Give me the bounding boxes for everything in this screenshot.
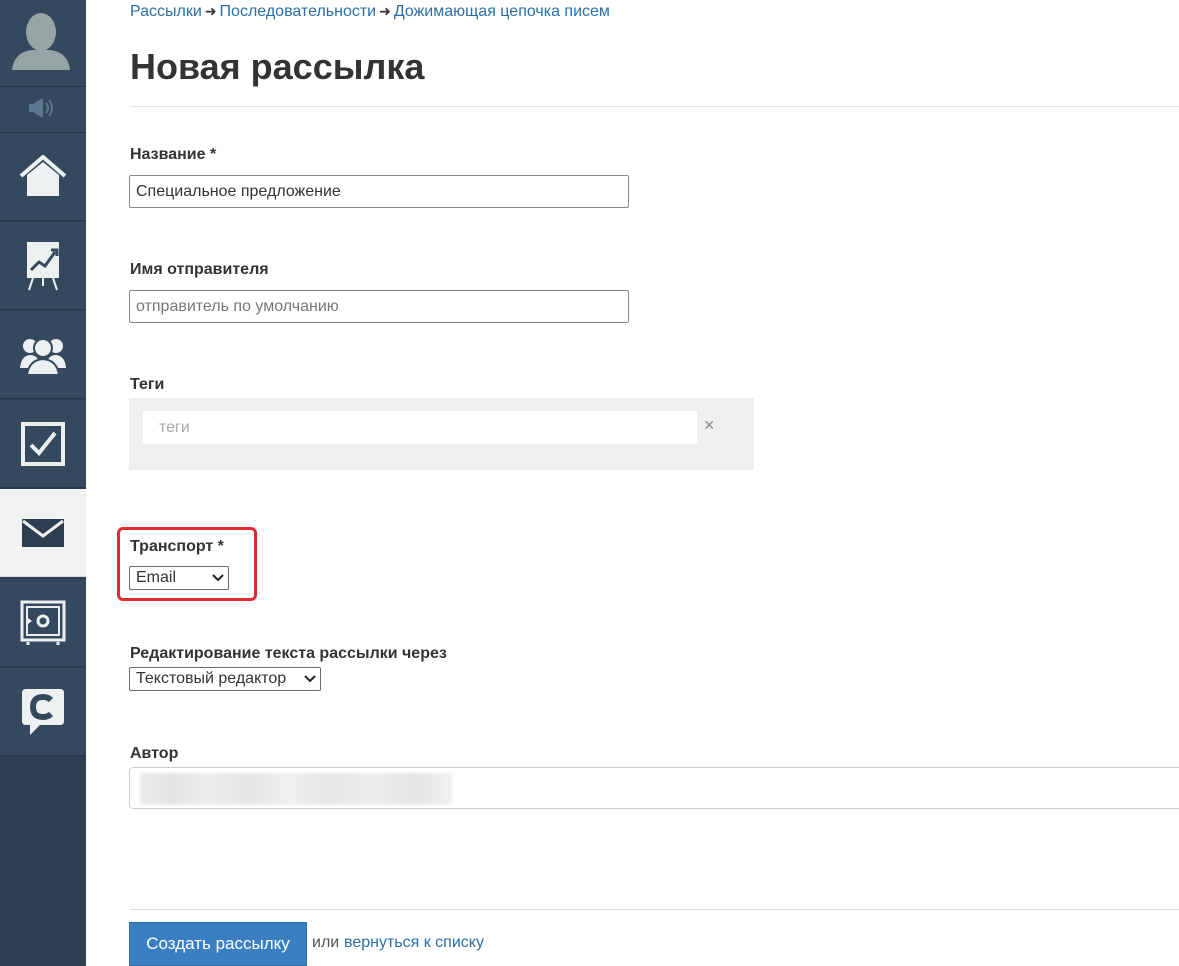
breadcrumb-sequences[interactable]: Последовательности <box>220 3 377 20</box>
sender-input[interactable] <box>129 290 629 323</box>
tags-label: Теги <box>130 376 165 393</box>
chat-c-icon <box>22 688 64 735</box>
chevron-down-icon <box>300 675 320 683</box>
editor-select[interactable]: Текстовый редактор <box>129 667 321 691</box>
clear-tags-icon[interactable]: × <box>704 415 715 436</box>
tags-container: × <box>129 398 754 470</box>
sidebar-item-safe[interactable] <box>0 579 86 667</box>
sender-label: Имя отправителя <box>130 261 269 278</box>
users-icon <box>20 337 66 376</box>
blurred-author-value <box>140 773 452 805</box>
back-to-list-link[interactable]: вернуться к списку <box>344 934 484 952</box>
page-title: Новая рассылка <box>130 46 425 87</box>
breadcrumb-separator: ➜ <box>204 3 217 19</box>
sidebar-item-mailings[interactable] <box>0 489 86 577</box>
actions-divider <box>130 909 1179 910</box>
editor-selected-value: Текстовый редактор <box>136 670 287 687</box>
transport-selected-value: Email <box>136 569 177 586</box>
speaker-icon <box>29 98 53 118</box>
name-input[interactable] <box>129 175 629 208</box>
sidebar-item-chat[interactable] <box>0 668 86 756</box>
user-avatar[interactable] <box>0 0 86 87</box>
or-text: или <box>312 934 340 951</box>
editor-label: Редактирование текста рассылки через <box>130 645 447 662</box>
breadcrumb-mailings[interactable]: Рассылки <box>130 3 202 20</box>
checkbox-icon <box>21 421 65 466</box>
sidebar-item-tasks[interactable] <box>0 400 86 488</box>
transport-label: Транспорт * <box>130 538 224 555</box>
transport-select[interactable]: Email <box>129 566 229 590</box>
chart-board-icon <box>27 241 59 290</box>
sidebar-item-home[interactable] <box>0 133 86 221</box>
create-mailing-button[interactable]: Создать рассылку <box>129 922 307 966</box>
user-silhouette-icon <box>12 13 70 70</box>
author-select[interactable] <box>129 767 1179 809</box>
breadcrumb-separator: ➜ <box>379 3 391 19</box>
breadcrumb-chain[interactable]: Дожимающая цепочка писем <box>394 3 610 20</box>
title-divider <box>130 106 1179 107</box>
sound-toggle[interactable] <box>0 87 86 133</box>
sidebar-item-users[interactable] <box>0 311 86 399</box>
sidebar <box>0 0 86 966</box>
tags-input[interactable] <box>143 411 697 444</box>
chevron-down-icon <box>208 574 228 582</box>
author-label: Автор <box>130 745 179 762</box>
sidebar-item-analytics[interactable] <box>0 222 86 310</box>
breadcrumb: Рассылки ➜ Последовательности ➜ Дожимающая ц… <box>130 3 610 21</box>
safe-icon <box>20 600 66 645</box>
home-icon <box>19 154 67 196</box>
name-label: Название * <box>130 146 217 163</box>
envelope-icon <box>22 518 64 547</box>
